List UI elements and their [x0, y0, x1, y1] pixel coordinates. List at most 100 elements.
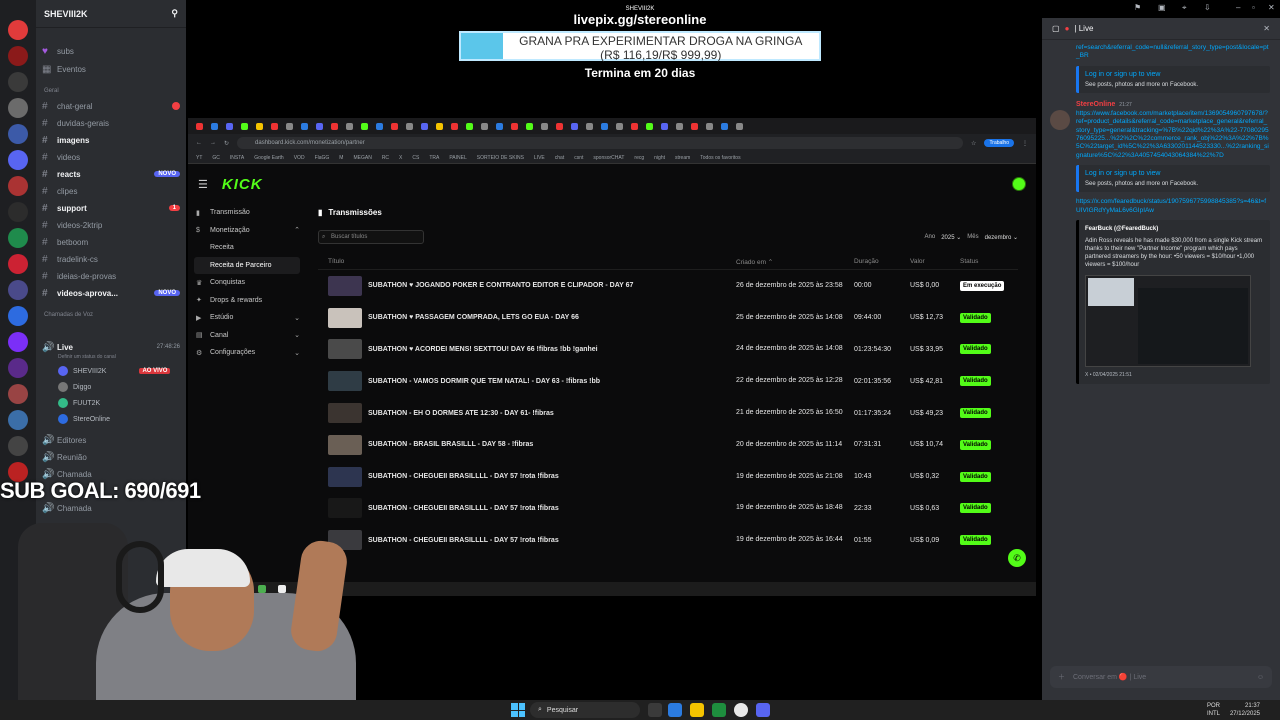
- taskview-icon[interactable]: [648, 703, 662, 717]
- browser-tab[interactable]: [226, 122, 233, 130]
- browser-tab[interactable]: [556, 122, 563, 130]
- kick-nav-item[interactable]: ✦ Drops & rewards: [194, 292, 300, 310]
- table-row[interactable]: SUBATHON - BRASIL BRASILLL - DAY 58 - !f…: [318, 429, 1018, 461]
- embed-link[interactable]: Log in or sign up to view: [1085, 170, 1264, 177]
- chrome-icon[interactable]: [734, 703, 748, 717]
- support-chat-button[interactable]: ✆: [1008, 549, 1026, 567]
- bookmark-item[interactable]: FlaGG: [315, 155, 330, 161]
- server-icon[interactable]: [8, 176, 28, 196]
- table-row[interactable]: SUBATHON - CHEGUEII BRASILLLL - DAY 57 !…: [318, 493, 1018, 525]
- server-icon[interactable]: [8, 436, 28, 456]
- bookmark-item[interactable]: CS: [412, 155, 419, 161]
- file-explorer-icon[interactable]: [690, 703, 704, 717]
- bookmark-item[interactable]: MEGAN: [353, 155, 371, 161]
- browser-tab[interactable]: [541, 122, 548, 130]
- stream-thumbnail[interactable]: [328, 275, 362, 296]
- browser-tab[interactable]: [286, 122, 293, 130]
- kick-nav-item[interactable]: ♛ Conquistas: [194, 274, 300, 292]
- message-link[interactable]: https://x.com/fearedbuck/status/19075967…: [1076, 198, 1270, 215]
- windows-start-icon[interactable]: [511, 703, 525, 717]
- server-icon[interactable]: [8, 124, 28, 144]
- channel-subs[interactable]: ♥ subs: [42, 44, 180, 58]
- stream-thumbnail[interactable]: [328, 403, 362, 424]
- bookmark-item[interactable]: csnt: [574, 155, 583, 161]
- browser-tab[interactable]: [721, 122, 728, 130]
- bookmark-item[interactable]: LIVE: [534, 155, 545, 161]
- table-row[interactable]: SUBATHON ♥ PASSAGEM COMPRADA, LETS GO EU…: [318, 302, 1018, 334]
- bookmark-item[interactable]: GC: [212, 155, 220, 161]
- search-input[interactable]: ⌕ Buscar títulos: [318, 230, 424, 244]
- server-icon[interactable]: [8, 72, 28, 92]
- col-duration[interactable]: Duração: [854, 258, 910, 265]
- voice-user[interactable]: FUUT2K: [58, 396, 100, 410]
- pin-icon[interactable]: ⌖: [1182, 3, 1187, 13]
- server-icon[interactable]: [8, 384, 28, 404]
- voice-user[interactable]: StereOnline: [58, 412, 110, 426]
- browser-tab[interactable]: [616, 122, 623, 130]
- server-icon[interactable]: [8, 202, 28, 222]
- channel-videos-aprova[interactable]: # videos-aprova... NOVO: [42, 286, 180, 300]
- hamburger-menu-icon[interactable]: ☰: [198, 178, 208, 191]
- clock[interactable]: 21:37 27/12/2025: [1230, 702, 1260, 718]
- reload-icon[interactable]: ↻: [224, 140, 229, 147]
- browser-tab[interactable]: [511, 122, 518, 130]
- voice-user[interactable]: SHEVIII2K AO VIVO: [58, 364, 171, 378]
- browser-tab[interactable]: [526, 122, 533, 130]
- bookmark-item[interactable]: RC: [382, 155, 389, 161]
- browser-tab[interactable]: [256, 122, 263, 130]
- channel-videos-2ktrip[interactable]: # videos-2ktrip: [42, 218, 180, 232]
- bookmark-item[interactable]: M: [339, 155, 343, 161]
- maximize-icon[interactable]: ▫: [1252, 3, 1255, 12]
- inbox-icon[interactable]: ⚑: [1134, 3, 1141, 12]
- stream-thumbnail[interactable]: [328, 371, 362, 392]
- col-value[interactable]: Valor: [910, 258, 960, 265]
- message-link[interactable]: ref=search&referral_code=null&referral_s…: [1076, 44, 1270, 61]
- browser-tab[interactable]: [241, 122, 248, 130]
- voice-channel-reuniao[interactable]: 🔊 Reunião: [42, 450, 180, 464]
- address-bar[interactable]: dashboard.kick.com/monetization/partner: [237, 137, 964, 149]
- discord-icon[interactable]: [756, 703, 770, 717]
- browser-tab[interactable]: [481, 122, 488, 130]
- browser-tab[interactable]: [406, 122, 413, 130]
- browser-tab[interactable]: [451, 122, 458, 130]
- category-voice[interactable]: Chamadas de Voz: [44, 312, 93, 318]
- browser-tab[interactable]: [646, 122, 653, 130]
- bookmark-item[interactable]: SORTEIO DE SKINS: [477, 155, 524, 161]
- server-icon[interactable]: [8, 46, 28, 66]
- channel-ideias-de-provas[interactable]: # ideias-de-provas: [42, 269, 180, 283]
- browser-tab[interactable]: [391, 122, 398, 130]
- channel-videos[interactable]: # videos: [42, 150, 180, 164]
- browser-tab[interactable]: [571, 122, 578, 130]
- close-window-icon[interactable]: ✕: [1268, 3, 1275, 12]
- download-icon[interactable]: ⇩: [1204, 3, 1211, 12]
- server-icon[interactable]: [8, 228, 28, 248]
- col-title[interactable]: Título: [328, 258, 736, 265]
- forward-icon[interactable]: →: [210, 140, 216, 146]
- browser-tab[interactable]: [301, 122, 308, 130]
- browser-tab[interactable]: [586, 122, 593, 130]
- browser-tab[interactable]: [376, 122, 383, 130]
- bookmark-item[interactable]: YT: [196, 155, 202, 161]
- channel-chat-geral[interactable]: # chat-geral: [42, 99, 180, 113]
- browser-tab[interactable]: [601, 122, 608, 130]
- browser-tab[interactable]: [466, 122, 473, 130]
- table-row[interactable]: SUBATHON - EH O DORMES ATE 12:30 - DAY 6…: [318, 397, 1018, 429]
- tweet-author[interactable]: FearBuck (@FearedBuck): [1085, 225, 1264, 233]
- table-row[interactable]: SUBATHON ♥ ACORDEI MENS! SEXTTOU! DAY 66…: [318, 334, 1018, 366]
- browser-tab[interactable]: [196, 122, 203, 130]
- server-icon[interactable]: [8, 150, 28, 170]
- voice-user[interactable]: Diggo: [58, 380, 91, 394]
- bookmark-item[interactable]: stream: [675, 155, 690, 161]
- browser-tab[interactable]: [271, 122, 278, 130]
- profile-button[interactable]: Trabalho: [984, 139, 1014, 147]
- server-icon[interactable]: [8, 20, 28, 40]
- taskbar-search[interactable]: ⌕ Pesquisar: [530, 702, 640, 718]
- tweet-image[interactable]: [1085, 275, 1251, 368]
- bookmark-item[interactable]: Google Earth: [254, 155, 283, 161]
- stream-thumbnail[interactable]: [328, 434, 362, 455]
- voice-channel-editores[interactable]: 🔊 Editores: [42, 433, 180, 447]
- server-icon[interactable]: [8, 254, 28, 274]
- server-icon[interactable]: [8, 98, 28, 118]
- browser-tab[interactable]: [346, 122, 353, 130]
- bookmark-item[interactable]: INSTA: [230, 155, 244, 161]
